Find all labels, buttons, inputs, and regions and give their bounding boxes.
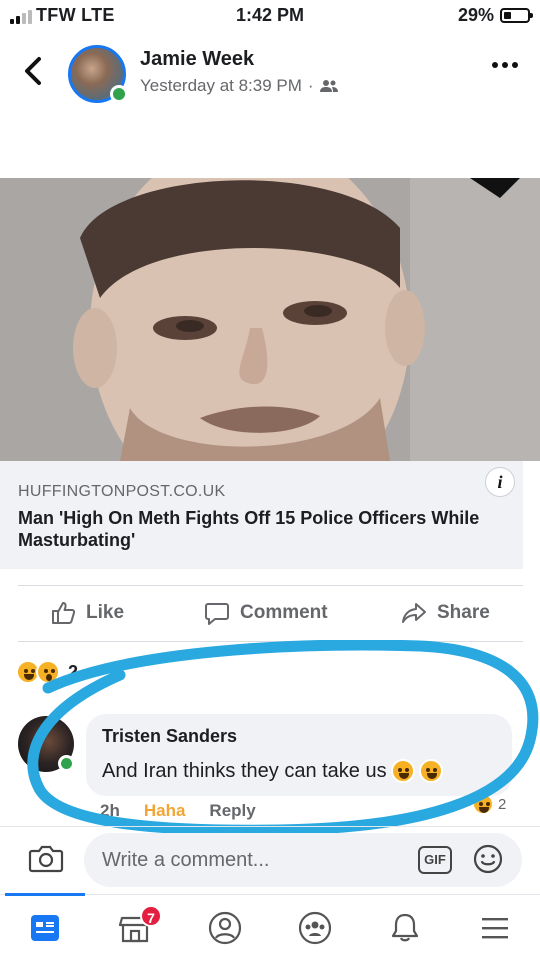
- post-timestamp[interactable]: Yesterday at 8:39 PM: [140, 76, 302, 96]
- online-indicator: [58, 755, 75, 772]
- groups-icon: [298, 911, 332, 945]
- profile-icon: [208, 911, 242, 945]
- tears-of-joy-emoji-icon: [390, 759, 415, 783]
- nav-groups[interactable]: [270, 895, 360, 960]
- battery-percent: 29%: [457, 5, 494, 25]
- comment-bubble[interactable]: Tristen Sanders And Iran thinks they can…: [86, 714, 512, 796]
- comment-body: And Iran thinks they can take us: [102, 759, 387, 782]
- reaction-count: 2: [68, 661, 79, 682]
- bell-icon: [391, 913, 419, 942]
- emoji-picker-icon[interactable]: [472, 843, 504, 875]
- nav-notifications[interactable]: [360, 895, 450, 960]
- comment-emojis: [390, 759, 443, 783]
- meta-separator: ·: [307, 76, 314, 95]
- online-indicator: [110, 85, 128, 103]
- back-button[interactable]: [22, 56, 44, 86]
- info-icon[interactable]: i: [485, 467, 515, 497]
- friends-icon: [319, 80, 338, 92]
- active-tab-indicator: [5, 893, 85, 896]
- comment-author[interactable]: Tristen Sanders: [102, 726, 237, 747]
- comment-haha-reaction[interactable]: Haha: [144, 801, 186, 821]
- battery-icon: [500, 8, 533, 23]
- link-domain: HUFFINGTONPOST.CO.UK: [18, 483, 226, 500]
- wow-reaction-icon: [36, 660, 60, 684]
- nav-profile[interactable]: [180, 895, 270, 960]
- link-preview-info[interactable]: i HUFFINGTONPOST.CO.UK Man 'High On Meth…: [0, 461, 523, 569]
- like-button[interactable]: Like: [50, 600, 124, 626]
- haha-reaction-icon: [472, 793, 494, 815]
- comment-reaction-count: 2: [498, 795, 507, 813]
- thumbs-up-icon: [52, 602, 76, 624]
- hamburger-menu-icon: [482, 918, 508, 939]
- share-icon: [402, 603, 426, 623]
- notification-badge: 7: [140, 905, 162, 927]
- author-avatar[interactable]: [68, 45, 128, 103]
- post-header: Jamie Week Yesterday at 8:39 PM ·: [0, 40, 540, 110]
- comment-label: Comment: [240, 602, 328, 623]
- nav-news-feed[interactable]: [0, 893, 90, 960]
- status-bar: TFW LTE 1:42 PM 29%: [0, 0, 540, 34]
- chevron-left-icon: [25, 57, 41, 85]
- post-action-bar: Like Comment Share: [18, 585, 523, 642]
- nav-menu[interactable]: [450, 895, 540, 960]
- share-button[interactable]: Share: [401, 600, 490, 626]
- share-label: Share: [437, 602, 490, 623]
- like-label: Like: [86, 602, 125, 623]
- comment-reply-button[interactable]: Reply: [209, 801, 255, 821]
- camera-icon[interactable]: [28, 843, 64, 873]
- gif-button[interactable]: GIF: [418, 846, 452, 874]
- commenter-avatar[interactable]: [18, 716, 75, 772]
- author-name[interactable]: Jamie Week: [140, 48, 254, 71]
- comment-time: 2h: [100, 801, 120, 820]
- comment-meta: 2h Haha Reply: [100, 801, 256, 821]
- nav-marketplace[interactable]: 7: [90, 895, 180, 960]
- news-feed-icon: [31, 915, 59, 941]
- comment-icon: [205, 603, 229, 625]
- rolling-laughing-emoji-icon: [418, 759, 443, 783]
- comment-text: And Iran thinks they can take us: [102, 759, 443, 783]
- reactions-summary[interactable]: 2: [16, 660, 78, 684]
- link-title[interactable]: Man 'High On Meth Fights Off 15 Police O…: [18, 507, 498, 551]
- mugshot-photo: [0, 178, 540, 461]
- post-meta: Yesterday at 8:39 PM ·: [140, 76, 338, 96]
- comment-reaction-summary[interactable]: 2: [472, 793, 506, 815]
- bottom-nav: 7: [0, 893, 540, 960]
- comment-button[interactable]: Comment: [204, 600, 328, 626]
- comment-composer: GIF: [0, 826, 540, 892]
- link-preview-image[interactable]: [0, 178, 540, 461]
- comment-input[interactable]: [84, 833, 522, 887]
- more-options-button[interactable]: [492, 62, 518, 68]
